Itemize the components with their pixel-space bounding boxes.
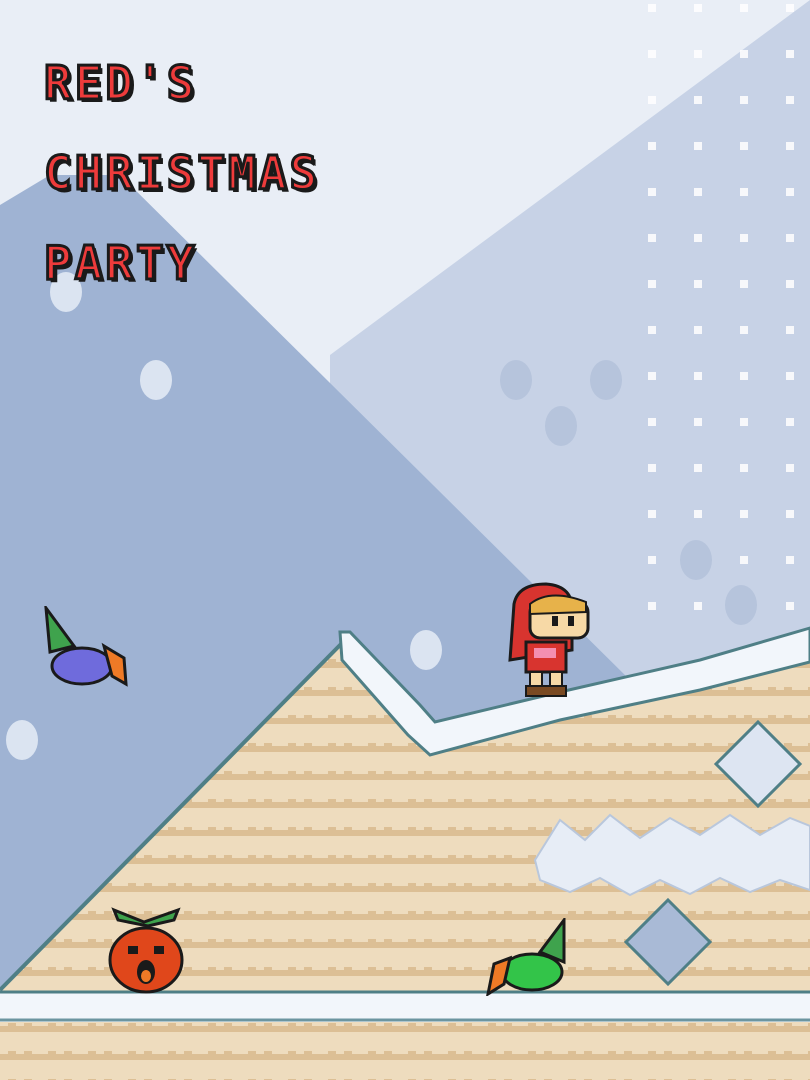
game-title: RED'S CHRISTMAS PARTY: [42, 38, 321, 308]
falling-snow-dots: [630, 0, 810, 640]
title-line-3: PARTY: [42, 235, 198, 292]
title-line-1: RED'S: [42, 55, 198, 112]
title-line-2: CHRISTMAS: [42, 145, 321, 202]
enemy-green-elf: [486, 918, 566, 996]
enemy-blue-elf: [44, 606, 128, 687]
game-scene: RED'S CHRISTMAS PARTY: [0, 0, 810, 1080]
ground-dirt: [0, 1022, 810, 1080]
ground-snow: [0, 992, 810, 1022]
player-red-hooded-girl: [508, 582, 590, 697]
enemy-orange-pumpkin: [108, 907, 184, 994]
